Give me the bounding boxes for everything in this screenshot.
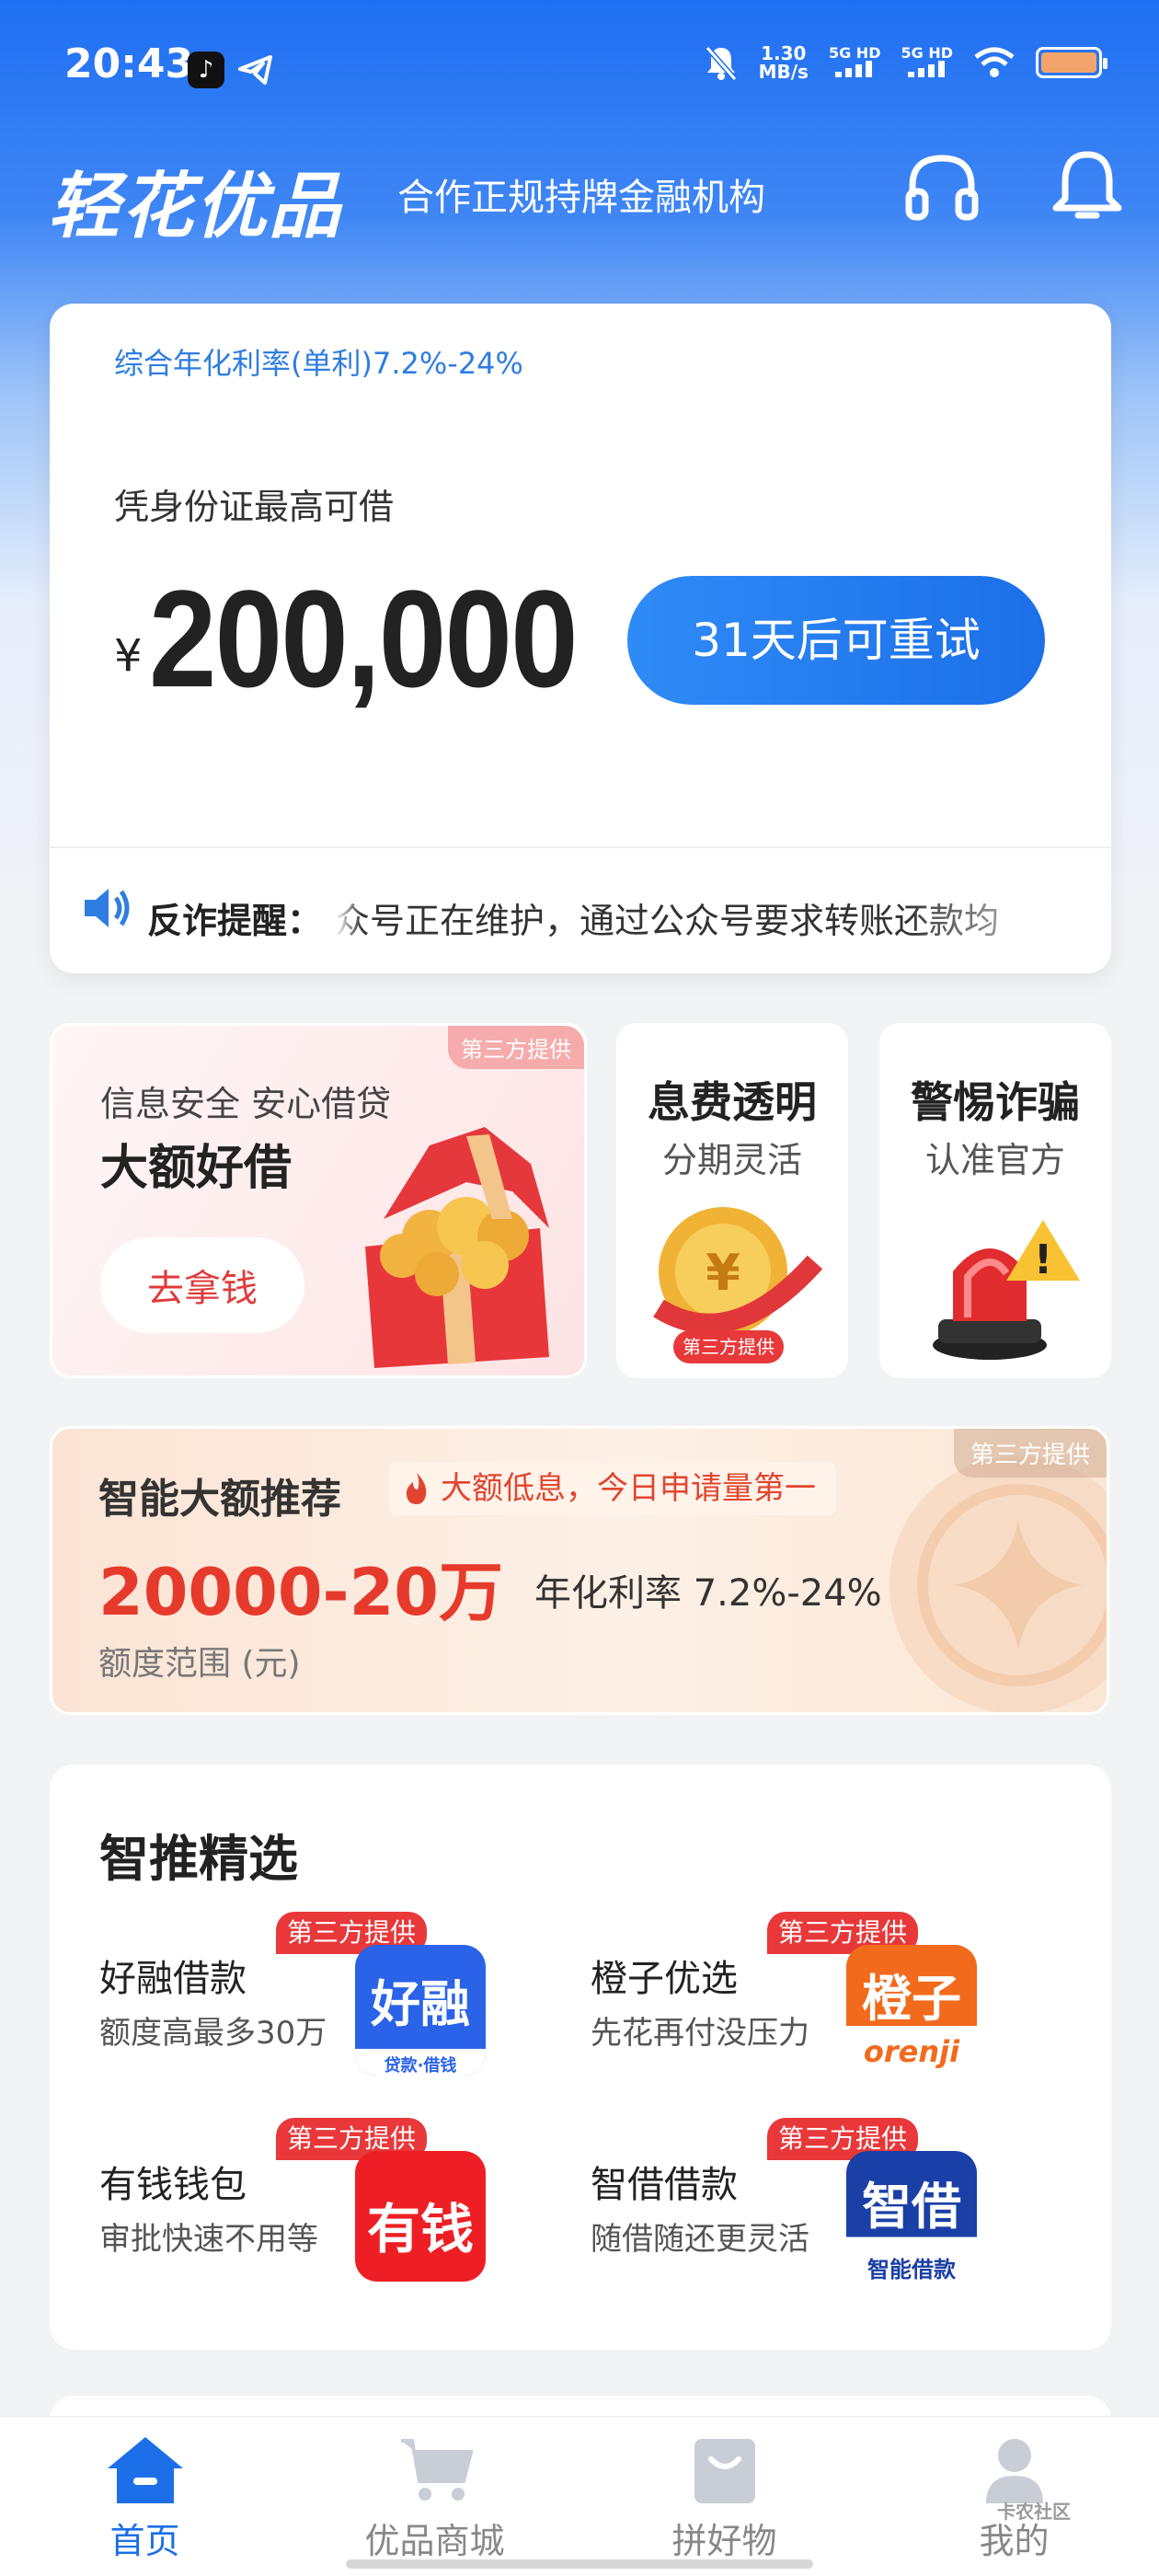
status-indicators: 1.30 MB/s 5G HD 5G HD [704, 42, 1107, 83]
smart-recommend-banner[interactable]: 第三方提供 智能大额推荐 大额低息，今日申请量第一 20000-20万 年化利率… [50, 1426, 1109, 1715]
decorative-coin [889, 1456, 1107, 1712]
limit-amount: 200,000 [149, 561, 579, 716]
product-desc: 先花再付没压力 [591, 2015, 809, 2052]
home-icon [107, 2437, 183, 2503]
list-item-haorong[interactable]: 第三方提供 好融借款 额度高最多30万 好融 贷款·借钱 [99, 1912, 596, 2076]
section-title: 智推精选 [99, 1830, 298, 1888]
tab-mall[interactable]: 优品商城 [290, 2417, 580, 2576]
zhijie-logo: 智借 智能借款 [846, 2151, 977, 2282]
tab-label: 首页 [109, 2521, 180, 2561]
wifi-icon [974, 47, 1015, 77]
watermark-logo: 卡农社区 [997, 2501, 1071, 2523]
promo-title: 大额好借 [100, 1141, 293, 1196]
profile-icon [985, 2439, 1043, 2503]
banner-tag: 大额低息，今日申请量第一 [389, 1462, 836, 1515]
signal-indicator-1: 5G HD [829, 45, 880, 80]
svg-text:!: ! [1034, 1236, 1052, 1283]
get-money-button[interactable]: 去拿钱 [100, 1237, 304, 1333]
tile-title: 息费透明 [648, 1077, 817, 1127]
list-item-chengzi[interactable]: 第三方提供 橙子优选 先花再付没压力 橙子 orenji [591, 1912, 1087, 2076]
limit-label: 凭身份证最高可借 [114, 487, 395, 527]
tiktok-icon: ♪ [188, 52, 224, 88]
product-name: 橙子优选 [591, 1958, 738, 2000]
tab-home[interactable]: 首页 [0, 2417, 290, 2576]
youqian-logo: 有钱 [355, 2151, 486, 2282]
tab-label: 优品商城 [364, 2521, 505, 2561]
product-name: 智借借款 [591, 2164, 738, 2206]
promo-tile-transparent-fees[interactable]: 息费透明 分期灵活 ¥ 第三方提供 [616, 1023, 848, 1378]
third-party-badge: 第三方提供 [953, 1429, 1107, 1478]
mute-bell-icon [705, 46, 737, 81]
list-item-youqian[interactable]: 第三方提供 有钱钱包 审批快速不用等 有钱 [99, 2118, 596, 2282]
credit-limit-card: 综合年化利率(单利)7.2%-24% 凭身份证最高可借 ¥ 200,000 31… [50, 304, 1111, 973]
haorong-logo: 好融 贷款·借钱 [355, 1945, 486, 2076]
retry-button[interactable]: 31天后可重试 [627, 576, 1045, 705]
brand-logo: 轻花优品 [48, 166, 343, 248]
product-name: 好融借款 [99, 1958, 247, 2000]
annual-rate: 年化利率 7.2%-24% [534, 1572, 882, 1615]
banner-title: 智能大额推荐 [98, 1476, 341, 1523]
flame-icon [406, 1473, 427, 1504]
rate-note: 综合年化利率(单利)7.2%-24% [114, 346, 523, 381]
chengzi-logo: 橙子 orenji [846, 1945, 977, 2076]
bottom-tab-bar: 首页 优品商城 拼好物 我的 [0, 2416, 1159, 2576]
brand-slogan: 合作正规持牌金融机构 [397, 177, 765, 219]
svg-text:¥: ¥ [706, 1244, 740, 1302]
promo-tile-large-loan[interactable]: 第三方提供 信息安全 安心借贷 大额好借 去拿钱 [50, 1023, 587, 1378]
tab-label: 我的 [979, 2521, 1050, 2561]
bell-icon[interactable] [1049, 147, 1126, 224]
network-speed: 1.30 MB/s [758, 42, 809, 83]
signal-bars-icon [835, 60, 873, 77]
gift-box-icon [365, 1127, 549, 1368]
speaker-icon [85, 889, 130, 927]
promo-tile-fraud-warning[interactable]: 警惕诈骗 认准官方 ! [879, 1023, 1111, 1378]
product-name: 有钱钱包 [99, 2164, 247, 2206]
product-desc: 随借随还更灵活 [591, 2221, 809, 2258]
product-desc: 额度高最多30万 [99, 2015, 327, 2052]
telegram-icon [238, 55, 272, 85]
status-time: 20:43 [64, 40, 194, 87]
currency-symbol: ¥ [114, 630, 143, 682]
card-divider [50, 846, 1111, 848]
bag-icon [694, 2439, 755, 2503]
tab-label: 拼好物 [671, 2521, 777, 2561]
product-desc: 审批快速不用等 [99, 2221, 318, 2258]
headset-icon[interactable] [903, 149, 981, 226]
tile-subtitle: 分期灵活 [661, 1140, 802, 1180]
home-indicator[interactable] [346, 2559, 813, 2569]
alarm-siren-icon: ! [933, 1220, 1080, 1360]
battery-icon [1036, 47, 1107, 78]
tile-subtitle: 认准官方 [924, 1140, 1065, 1180]
smart-picks-section: 智推精选 第三方提供 好融借款 额度高最多30万 好融 贷款·借钱 第三方提供 … [50, 1765, 1111, 2350]
range-unit-label: 额度范围 (元) [98, 1645, 301, 1683]
notice-marquee[interactable]: 众号正在维护，通过公众号要求转账还款均 [335, 892, 1098, 943]
third-party-badge: 第三方提供 [673, 1330, 784, 1363]
third-party-badge: 第三方提供 [448, 1026, 584, 1069]
notice-label: 反诈提醒： [147, 901, 323, 941]
promo-subtitle: 信息安全 安心借贷 [100, 1084, 392, 1124]
signal-bars-icon [907, 60, 945, 77]
list-item-zhijie[interactable]: 第三方提供 智借借款 随借随还更灵活 智借 智能借款 [591, 2118, 1087, 2282]
tab-group-buy[interactable]: 拼好物 [580, 2417, 869, 2576]
cart-icon [400, 2439, 474, 2501]
tile-title: 警惕诈骗 [911, 1077, 1080, 1127]
loan-range: 20000-20万 [98, 1555, 503, 1630]
signal-indicator-2: 5G HD [901, 45, 953, 80]
